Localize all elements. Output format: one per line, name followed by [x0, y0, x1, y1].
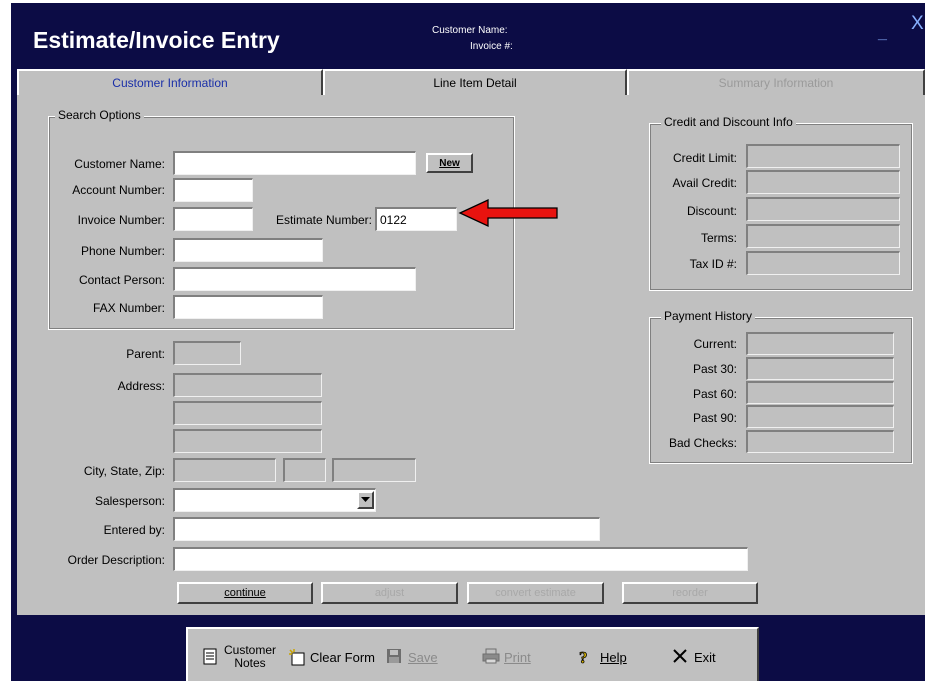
terms-field	[746, 224, 900, 248]
tab-summary-information[interactable]: Summary Information	[627, 69, 925, 95]
past-90-field	[746, 405, 894, 428]
past-30-label: Past 30:	[692, 362, 737, 376]
past-90-label: Past 90:	[692, 411, 737, 425]
past-60-label: Past 60:	[692, 387, 737, 401]
print-icon	[482, 648, 500, 666]
tax-id-label: Tax ID #:	[689, 257, 737, 271]
tab-customer-information[interactable]: Customer Information	[17, 69, 323, 95]
svg-text:?: ?	[579, 648, 588, 666]
save-button[interactable]: Save	[386, 643, 438, 671]
address-label: Address:	[117, 379, 165, 393]
account-number-input[interactable]	[173, 178, 253, 202]
exit-icon	[672, 648, 690, 666]
adjust-button[interactable]: adjust	[321, 582, 458, 604]
account-number-label: Account Number:	[72, 183, 165, 197]
print-button[interactable]: Print	[482, 643, 531, 671]
help-button[interactable]: ? Help	[578, 643, 627, 671]
address-line2-field	[173, 401, 322, 425]
parent-label: Parent:	[126, 347, 165, 361]
bottom-toolbar: Customer Notes Clear Form Save Print ? H…	[186, 627, 759, 681]
customer-notes-label-2: Notes	[234, 656, 266, 670]
discount-label: Discount:	[686, 204, 737, 218]
order-description-input[interactable]	[173, 547, 748, 571]
zip-field	[332, 458, 416, 482]
dropdown-arrow-icon[interactable]	[357, 491, 374, 509]
bad-checks-field	[746, 430, 894, 453]
customer-information-panel: Search Options Customer Name: New Accoun…	[17, 95, 925, 615]
entered-by-label: Entered by:	[103, 523, 165, 537]
notes-icon	[202, 648, 220, 666]
customer-name-label: Customer Name:	[74, 157, 165, 171]
avail-credit-label: Avail Credit:	[672, 176, 737, 190]
clear-form-icon	[288, 648, 306, 666]
continue-button[interactable]: continue	[177, 582, 313, 604]
credit-limit-field	[746, 144, 900, 168]
payment-history-legend: Payment History	[661, 309, 756, 323]
convert-estimate-button[interactable]: convert estimate	[467, 582, 604, 604]
tab-bar: Customer Information Line Item Detail Su…	[17, 69, 925, 95]
address-line1-field	[173, 373, 322, 397]
invoice-number-label: Invoice Number:	[77, 213, 165, 227]
red-arrow-icon	[458, 198, 558, 228]
minimize-button[interactable]: _	[878, 25, 892, 42]
contact-person-input[interactable]	[173, 267, 416, 291]
discount-field	[746, 197, 900, 221]
estimate-number-input[interactable]	[375, 207, 457, 231]
search-options-legend: Search Options	[55, 108, 144, 122]
reorder-button[interactable]: reorder	[622, 582, 758, 604]
past-30-field	[746, 357, 894, 380]
invoice-number-input[interactable]	[173, 207, 253, 231]
customer-name-input[interactable]	[173, 151, 416, 175]
close-button[interactable]: X	[911, 13, 924, 35]
salesperson-label: Salesperson:	[94, 494, 165, 508]
parent-field	[173, 341, 241, 365]
new-customer-button[interactable]: New	[426, 153, 473, 173]
estimate-number-label: Estimate Number:	[275, 213, 372, 227]
phone-number-label: Phone Number:	[80, 244, 165, 258]
credit-discount-legend: Credit and Discount Info	[661, 115, 796, 129]
address-line3-field	[173, 429, 322, 453]
current-field	[746, 332, 894, 355]
state-field	[283, 458, 326, 482]
order-description-label: Order Description:	[67, 553, 165, 567]
terms-label: Terms:	[701, 231, 737, 245]
entered-by-input[interactable]	[173, 517, 600, 541]
tax-id-field	[746, 251, 900, 275]
current-label: Current:	[693, 337, 737, 351]
customer-notes-button[interactable]: Customer Notes	[202, 637, 276, 677]
contact-person-label: Contact Person:	[78, 273, 165, 287]
tab-line-item-detail[interactable]: Line Item Detail	[323, 69, 627, 95]
bad-checks-label: Bad Checks:	[668, 436, 737, 450]
window-title: Estimate/Invoice Entry	[33, 27, 280, 53]
city-field	[173, 458, 276, 482]
clear-form-button[interactable]: Clear Form	[288, 643, 375, 671]
header-customer-name-label: Customer Name:	[432, 25, 508, 36]
help-icon: ?	[578, 648, 596, 668]
credit-limit-label: Credit Limit:	[672, 151, 737, 165]
past-60-field	[746, 381, 894, 404]
save-icon	[386, 648, 404, 666]
fax-number-input[interactable]	[173, 295, 323, 319]
avail-credit-field	[746, 170, 900, 194]
fax-number-label: FAX Number:	[92, 301, 165, 315]
salesperson-select[interactable]	[173, 488, 376, 512]
city-state-zip-label: City, State, Zip:	[83, 464, 165, 478]
exit-button[interactable]: Exit	[672, 643, 716, 671]
phone-number-input[interactable]	[173, 238, 323, 262]
header-invoice-label: Invoice #:	[470, 41, 513, 52]
